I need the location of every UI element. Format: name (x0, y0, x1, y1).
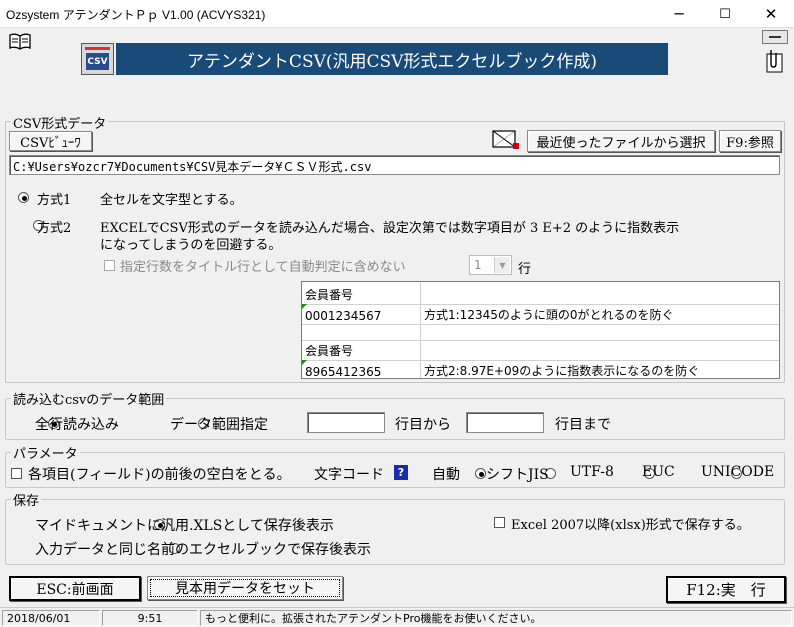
encoding-sjis-label: シフトJIS (486, 467, 549, 483)
title-bar: Ozsystem アテンダントＰｐ V1.00 (ACVYS321) ─ ☐ ✕ (0, 0, 794, 28)
sample-table: 会員番号 0001234567 方式1:12345のように頭の0がとれるのを防ぐ… (301, 281, 780, 379)
range-from-label: 行目から (395, 417, 451, 433)
encoding-auto-label: 自動 (432, 467, 460, 483)
range-specify-label: データ範囲指定 (170, 417, 268, 433)
encoding-label: 文字コード (314, 467, 384, 483)
title-rows-value: 1 (474, 258, 482, 272)
table-cell: 会員番号 (302, 340, 421, 360)
encoding-euc-label: EUC (642, 464, 675, 480)
window-title: Ozsystem アテンダントＰｐ V1.00 (ACVYS321) (6, 8, 266, 22)
csv-file-icon: CSV (81, 43, 114, 75)
table-cell (421, 324, 779, 340)
table-row: 会員番号 (302, 340, 779, 361)
status-date: 2018/06/01 (2, 610, 100, 626)
range-from-input[interactable] (307, 412, 385, 433)
csv-viewer-button[interactable]: CSVﾋﾞｭｰﾜ (9, 131, 92, 151)
xlsx-label: Excel 2007以降(xlsx)形式で保存する。 (511, 518, 750, 533)
clip-note-icon[interactable] (762, 48, 786, 74)
save-mydocs-label: マイドキュメントに汎用.XLSとして保存後表示 (35, 518, 334, 534)
trim-spaces-label: 各項目(フィールド)の前後の空白をとる。 (28, 467, 291, 483)
table-cell (421, 282, 779, 304)
manual-book-icon[interactable] (8, 32, 32, 50)
recent-files-icon[interactable] (491, 128, 521, 152)
table-cell (421, 340, 779, 360)
save-samename-label: 入力データと同じ名前のエクセルブックで保存後表示 (35, 542, 371, 558)
title-rows-label: 指定行数をタイトル行として自動判定に含めない (120, 260, 406, 275)
recent-files-button[interactable]: 最近使ったファイルから選択 (527, 130, 715, 152)
range-to-input[interactable] (466, 412, 544, 433)
status-time: 9:51 (102, 610, 198, 626)
table-cell: 方式1:12345のように頭の0がとれるのを防ぐ (421, 304, 779, 324)
table-cell (302, 324, 421, 340)
parameters-group-label: パラメータ (11, 443, 80, 462)
window-layout-icon[interactable] (762, 30, 788, 44)
status-message: もっと便利に。拡張されたアテンダントPro機能をお使いください。 (200, 610, 792, 626)
table-row: 8965412365 方式2:8.97E+09のように指数表示になるのを防ぐ (302, 360, 779, 378)
table-cell: 0001234567 (302, 304, 421, 324)
help-icon[interactable]: ? (394, 465, 408, 480)
table-cell: 方式2:8.97E+09のように指数表示になるのを防ぐ (421, 360, 779, 378)
encoding-utf8-label: UTF-8 (570, 464, 614, 480)
chevron-down-icon: ▼ (494, 257, 510, 273)
minimize-button[interactable]: ─ (656, 0, 702, 28)
table-row: 会員番号 (302, 282, 779, 305)
encoding-unicode-label: UNICODE (701, 464, 775, 480)
encoding-auto-radio[interactable] (474, 468, 486, 479)
csv-data-group-label: CSV形式データ (11, 113, 109, 132)
mode2-label: 方式2 (37, 221, 72, 236)
trim-spaces-checkbox[interactable] (11, 468, 22, 479)
data-range-group-label: 読み込むcsvのデータ範囲 (11, 389, 167, 408)
mode1-description: 全セルを文字型とする。 (100, 193, 243, 208)
title-rows-unit: 行 (518, 262, 532, 277)
xlsx-checkbox[interactable] (494, 517, 505, 528)
all-rows-label: 全行読み込み (35, 417, 119, 433)
page-title-banner: アテンダントCSV(汎用CSV形式エクセルブック作成) (116, 43, 668, 75)
table-row (302, 324, 779, 341)
table-row: 0001234567 方式1:12345のように頭の0がとれるのを防ぐ (302, 304, 779, 325)
set-sample-data-button[interactable]: 見本用データをセット (147, 576, 343, 600)
run-button[interactable]: F12:実 行 (666, 576, 786, 603)
browse-button[interactable]: F9:参照 (719, 130, 781, 152)
title-rows-select[interactable]: 1 ▼ (469, 255, 512, 275)
csv-path-field[interactable]: C:¥Users¥ozcr7¥Documents¥CSV見本データ¥ＣＳＶ形式.… (9, 155, 780, 175)
close-button[interactable]: ✕ (748, 0, 794, 28)
range-to-label: 行目まで (555, 417, 611, 433)
mode1-radio[interactable] (18, 192, 29, 203)
table-cell: 8965412365 (302, 360, 421, 378)
table-cell: 会員番号 (302, 282, 421, 304)
save-group-label: 保存 (11, 490, 42, 509)
status-bar: 2018/06/01 9:51 もっと便利に。拡張されたアテンダントPro機能を… (0, 607, 794, 627)
maximize-button[interactable]: ☐ (702, 0, 748, 28)
title-rows-checkbox[interactable] (104, 260, 115, 271)
esc-back-button[interactable]: ESC:前画面 (9, 576, 141, 601)
mode2-description-line2: になってしまうのを回避する。 (100, 238, 282, 253)
mode1-label: 方式1 (37, 193, 72, 208)
